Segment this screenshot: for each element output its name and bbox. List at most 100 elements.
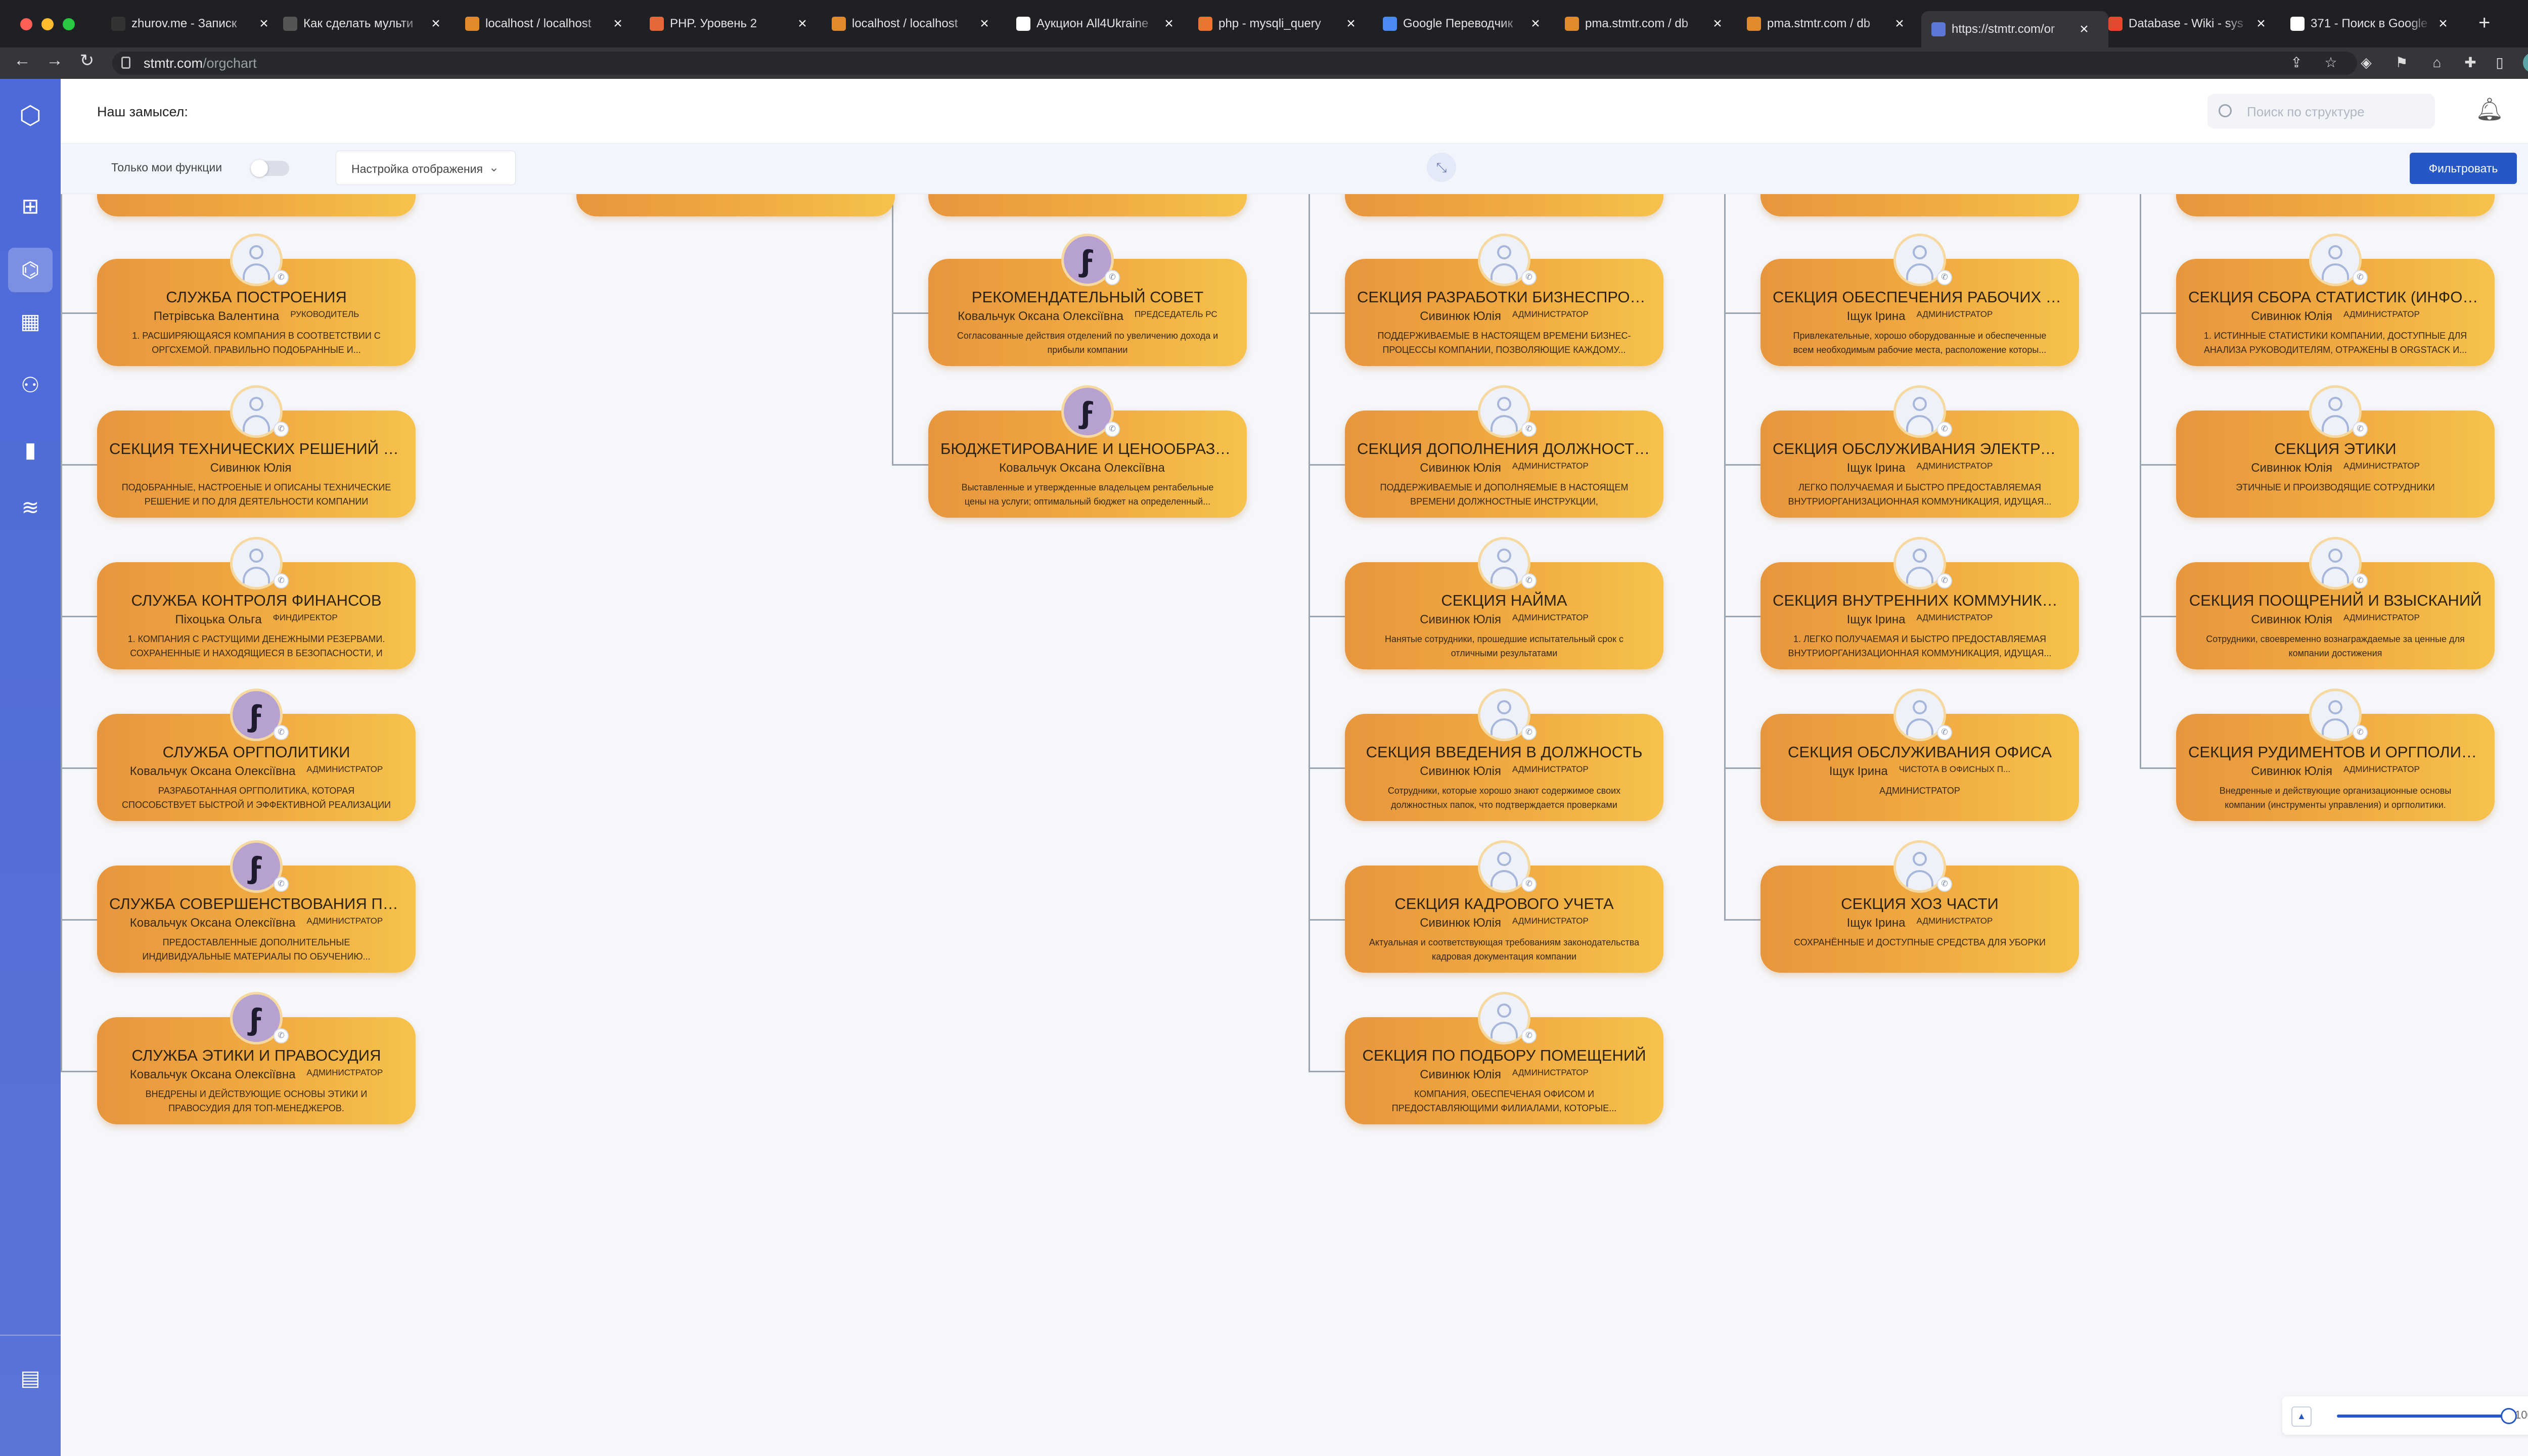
- phone-icon[interactable]: ✆: [2353, 270, 2368, 285]
- news-icon[interactable]: ▤: [15, 1363, 46, 1393]
- browser-tab[interactable]: pma.stmtr.com / db ×: [1747, 11, 1919, 36]
- orgchart-card-partial[interactable]: высокая скорость потока частей в компани…: [1345, 194, 1663, 216]
- notifications-bell-icon[interactable]: 🔔︎: [2475, 96, 2504, 122]
- statistics-icon[interactable]: ▮: [15, 435, 46, 465]
- new-tab-button[interactable]: +: [2478, 10, 2490, 35]
- orgchart-card[interactable]: ✆ СЕКЦИЯ СБОРА СТАТИСТИК (ИНФОРМА... Сивин…: [2176, 234, 2495, 366]
- orgchart-card-partial[interactable]: безопасности: [576, 194, 895, 216]
- tab-close-icon[interactable]: ×: [796, 15, 808, 32]
- browser-tab[interactable]: Google Переводчик ×: [1383, 11, 1555, 36]
- back-icon[interactable]: ←: [10, 51, 34, 70]
- orgchart-card-partial[interactable]: СОВЕРШЕННЫЙ ПРОДУКТ. 2. ДЕЙСТВУЮЩАЯ ТЕХН…: [97, 194, 416, 216]
- phone-icon[interactable]: ✆: [1105, 270, 1120, 285]
- orgchart-card[interactable]: ✆ СЕКЦИЯ ХОЗ ЧАСТИ Іщук Ірина АДМИНИСТРАТОР…: [1760, 840, 2079, 973]
- phone-icon[interactable]: ✆: [2353, 725, 2368, 740]
- browser-tab[interactable]: 371 - Поиск в Google ×: [2290, 11, 2462, 36]
- orgchart-card-partial[interactable]: производящие свои ЦКП: [928, 194, 1247, 216]
- phone-icon[interactable]: ✆: [1521, 422, 1537, 437]
- browser-tab[interactable]: pma.stmtr.com / db ×: [1565, 11, 1737, 36]
- phone-icon[interactable]: ✆: [1521, 877, 1537, 892]
- share-icon[interactable]: ⇪: [2286, 53, 2307, 73]
- phone-icon[interactable]: ✆: [1937, 877, 1952, 892]
- shield-extension-icon[interactable]: ◈: [2356, 53, 2376, 73]
- orgchart-card-partial[interactable]: ПРЕПЯТСТВИЯ В РАБОТЕ, И ТАКИМ ОБРАЗОМ ПО…: [2176, 194, 2495, 216]
- browser-tab[interactable]: localhost / localhost ×: [832, 11, 1004, 36]
- orgchart-card[interactable]: ϝ ✆ СЛУЖБА ЭТИКИ И ПРАВОСУДИЯ Ковальчук Окс…: [97, 992, 416, 1124]
- collapse-all-button[interactable]: ⤡: [1427, 153, 1456, 182]
- orgchart-icon[interactable]: ⌬: [8, 248, 53, 292]
- phone-icon[interactable]: ✆: [1937, 725, 1952, 740]
- tab-close-icon[interactable]: ×: [1893, 15, 1906, 32]
- phone-icon[interactable]: ✆: [1521, 725, 1537, 740]
- phone-icon[interactable]: ✆: [274, 877, 289, 892]
- browser-tab[interactable]: zhurov.me - Записк ×: [111, 11, 283, 36]
- orgchart-card[interactable]: ✆ СЕКЦИЯ ВНУТРЕННИХ КОММУНИКАЦИ... Іщук Ір…: [1760, 537, 2079, 669]
- extension-icon[interactable]: ⌂: [2427, 53, 2447, 73]
- orgchart-card-partial[interactable]: ИДЕИ ИНСТИТУТ: [1760, 194, 2079, 216]
- orgchart-card[interactable]: ✆ СЕКЦИЯ ТЕХНИЧЕСКИХ РЕШЕНИЙ И ПО(... Сиви…: [97, 385, 416, 518]
- zoom-slider-track[interactable]: [2337, 1408, 2517, 1424]
- tab-close-icon[interactable]: ×: [1711, 15, 1724, 32]
- address-bar[interactable]: stmtr.com/orgchart: [112, 52, 2357, 75]
- browser-tab[interactable]: Database - Wiki - sys ×: [2108, 11, 2280, 36]
- orgchart-card[interactable]: ✆ СЕКЦИЯ НАЙМА Сивинюк Юлія АДМИНИСТРАТОР На…: [1345, 537, 1663, 669]
- phone-icon[interactable]: ✆: [1937, 270, 1952, 285]
- orgchart-card[interactable]: ϝ ✆ РЕКОМЕНДАТЕЛЬНЫЙ СОВЕТ Ковальчук Оксана…: [928, 234, 1247, 366]
- browser-tab[interactable]: localhost / localhost ×: [465, 11, 637, 36]
- window-maximize-button[interactable]: [63, 18, 75, 30]
- phone-icon[interactable]: ✆: [1521, 1028, 1537, 1043]
- orgchart-card[interactable]: ✆ СЕКЦИЯ ПООЩРЕНИЙ И ВЗЫСКАНИЙ Сивинюк Юлі…: [2176, 537, 2495, 669]
- bookmark-star-icon[interactable]: ☆: [2321, 53, 2341, 73]
- phone-icon[interactable]: ✆: [274, 270, 289, 285]
- minimap-toggle-button[interactable]: ▲: [2291, 1406, 2312, 1427]
- orgchart-card[interactable]: ✆ СЕКЦИЯ ДОПОЛНЕНИЯ ДОЛЖНОСТНЫХ... Сивинюк…: [1345, 385, 1663, 518]
- phone-icon[interactable]: ✆: [274, 1028, 289, 1043]
- orgchart-card[interactable]: ✆ СЕКЦИЯ ОБЕСПЕЧЕНИЯ РАБОЧИХ МЕСТ Іщук Іри…: [1760, 234, 2079, 366]
- phone-icon[interactable]: ✆: [274, 573, 289, 588]
- orgchart-card[interactable]: ✆ СЕКЦИЯ ОБСЛУЖИВАНИЯ ЭЛЕКТРОНИК... Іщук І…: [1760, 385, 2079, 518]
- browser-tab[interactable]: Аукцион All4Ukraine ×: [1016, 11, 1188, 36]
- tab-close-icon[interactable]: ×: [978, 15, 990, 32]
- orgchart-card[interactable]: ✆ СЛУЖБА КОНТРОЛЯ ФИНАНСОВ Піхоцька Ольга Ф…: [97, 537, 416, 669]
- phone-icon[interactable]: ✆: [1521, 270, 1537, 285]
- add-user-icon[interactable]: ⚇: [15, 370, 46, 400]
- browser-tab[interactable]: php - mysqli_query ×: [1198, 11, 1370, 36]
- tab-close-icon[interactable]: ×: [258, 15, 270, 32]
- orgchart-card[interactable]: ✆ СЕКЦИЯ КАДРОВОГО УЧЕТА Сивинюк Юлія АДМИН…: [1345, 840, 1663, 973]
- tab-close-icon[interactable]: ×: [1163, 15, 1175, 32]
- phone-icon[interactable]: ✆: [1105, 422, 1120, 437]
- phone-icon[interactable]: ✆: [2353, 573, 2368, 588]
- orgchart-card[interactable]: ✆ СЛУЖБА ПОСТРОЕНИЯ Петрівська Валентина РУ…: [97, 234, 416, 366]
- orgchart-card[interactable]: ✆ СЕКЦИЯ ЭТИКИ Сивинюк Юлія АДМИНИСТРАТОР ЭТ…: [2176, 385, 2495, 518]
- display-settings-dropdown[interactable]: Настройка отображения ⌄: [336, 151, 516, 185]
- reload-icon[interactable]: ↻: [75, 51, 99, 71]
- tab-close-icon[interactable]: ×: [1529, 15, 1542, 32]
- search-box[interactable]: Поиск по структуре: [2207, 94, 2435, 128]
- tab-close-icon[interactable]: ×: [2255, 15, 2267, 32]
- only-mine-toggle[interactable]: [251, 160, 289, 177]
- orgchart-canvas[interactable]: СОВЕРШЕННЫЙ ПРОДУКТ. 2. ДЕЙСТВУЮЩАЯ ТЕХН…: [61, 194, 2528, 1456]
- extensions-puzzle-icon[interactable]: ✚: [2460, 53, 2480, 73]
- extension-off-icon[interactable]: ⚑: [2391, 53, 2412, 73]
- tab-close-icon[interactable]: ×: [2078, 21, 2090, 38]
- side-panel-icon[interactable]: ▯: [2490, 53, 2510, 73]
- dashboard-icon[interactable]: ⊞: [15, 191, 46, 221]
- filter-button[interactable]: Фильтровать: [2410, 153, 2517, 184]
- browser-tab[interactable]: Как сделать мульти ×: [283, 11, 455, 36]
- search-input[interactable]: Поиск по структуре: [2247, 104, 2365, 120]
- orgchart-card[interactable]: ✆ СЕКЦИЯ РУДИМЕНТОВ И ОРГПОЛИТИКИ Сивинюк …: [2176, 689, 2495, 821]
- tab-close-icon[interactable]: ×: [430, 15, 442, 32]
- layers-icon[interactable]: ≋: [15, 492, 46, 523]
- tab-close-icon[interactable]: ×: [1345, 15, 1357, 32]
- browser-tab[interactable]: https://stmtr.com/or ×: [1921, 11, 2108, 48]
- tab-close-icon[interactable]: ×: [612, 15, 624, 32]
- orgchart-card[interactable]: ✆ СЕКЦИЯ ОБСЛУЖИВАНИЯ ОФИСА Іщук Ірина ЧИСТ…: [1760, 689, 2079, 821]
- orgchart-card[interactable]: ϝ ✆ СЛУЖБА ОРГПОЛИТИКИ Ковальчук Оксана Оле…: [97, 689, 416, 821]
- phone-icon[interactable]: ✆: [1937, 573, 1952, 588]
- orgchart-card[interactable]: ϝ ✆ СЛУЖБА СОВЕРШЕНСТВОВАНИЯ ПРОД... Коваль…: [97, 840, 416, 973]
- phone-icon[interactable]: ✆: [1937, 422, 1952, 437]
- phone-icon[interactable]: ✆: [274, 422, 289, 437]
- app-logo-icon[interactable]: ⬡: [15, 100, 46, 130]
- tab-close-icon[interactable]: ×: [2437, 15, 2449, 32]
- orgchart-card[interactable]: ✆ СЕКЦИЯ РАЗРАБОТКИ БИЗНЕСПРОЦЕСС... Сивин…: [1345, 234, 1663, 366]
